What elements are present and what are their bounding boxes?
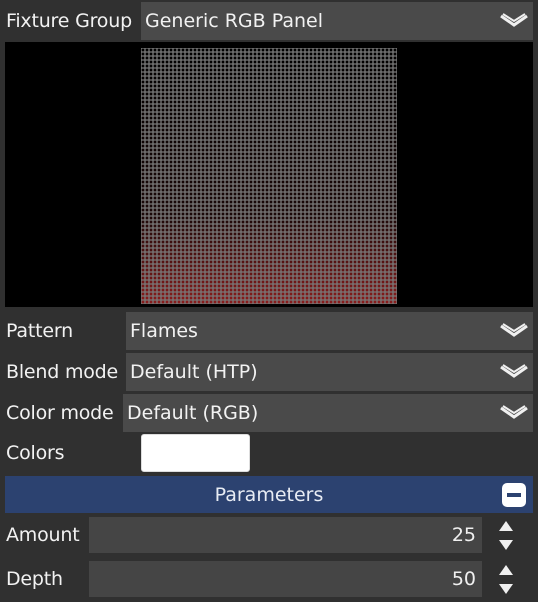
pattern-value: Flames: [130, 320, 198, 342]
fixture-pixel-grid: [141, 48, 397, 304]
arrow-up-icon: [499, 564, 513, 575]
increment-button[interactable]: [485, 516, 527, 535]
arrow-down-icon: [499, 539, 513, 550]
collapse-icon[interactable]: [501, 482, 527, 508]
decrement-button[interactable]: [485, 535, 527, 554]
fixture-group-value: Generic RGB Panel: [145, 10, 323, 32]
depth-slider[interactable]: 50: [89, 561, 482, 597]
amount-value: 25: [451, 524, 476, 546]
parameters-title: Parameters: [214, 483, 324, 506]
colors-row: Colors: [0, 434, 538, 472]
amount-stepper[interactable]: [485, 516, 527, 554]
fixture-group-select[interactable]: Generic RGB Panel: [141, 2, 533, 40]
color-mode-label: Color mode: [6, 402, 114, 424]
fixture-group-label: Fixture Group: [6, 10, 132, 32]
color-swatch-button[interactable]: [141, 434, 250, 472]
chevron-down-icon: [500, 405, 528, 419]
blend-mode-label: Blend mode: [6, 361, 119, 383]
pattern-label: Pattern: [6, 320, 73, 342]
pattern-select[interactable]: Flames: [126, 312, 533, 350]
depth-value: 50: [451, 568, 476, 590]
chevron-down-icon: [500, 13, 528, 27]
colors-label: Colors: [6, 442, 65, 464]
parameters-header[interactable]: Parameters: [5, 476, 533, 513]
chevron-down-icon: [500, 323, 528, 337]
increment-button[interactable]: [485, 560, 527, 579]
decrement-button[interactable]: [485, 579, 527, 598]
blend-mode-value: Default (HTP): [130, 361, 258, 383]
color-mode-select[interactable]: Default (RGB): [123, 394, 533, 432]
blend-mode-select[interactable]: Default (HTP): [126, 353, 533, 391]
depth-label: Depth: [6, 568, 63, 590]
amount-label: Amount: [6, 524, 80, 546]
amount-slider[interactable]: 25: [89, 517, 482, 553]
chevron-down-icon: [500, 364, 528, 378]
depth-stepper[interactable]: [485, 560, 527, 598]
arrow-down-icon: [499, 583, 513, 594]
color-mode-value: Default (RGB): [127, 402, 259, 424]
arrow-up-icon: [499, 520, 513, 531]
